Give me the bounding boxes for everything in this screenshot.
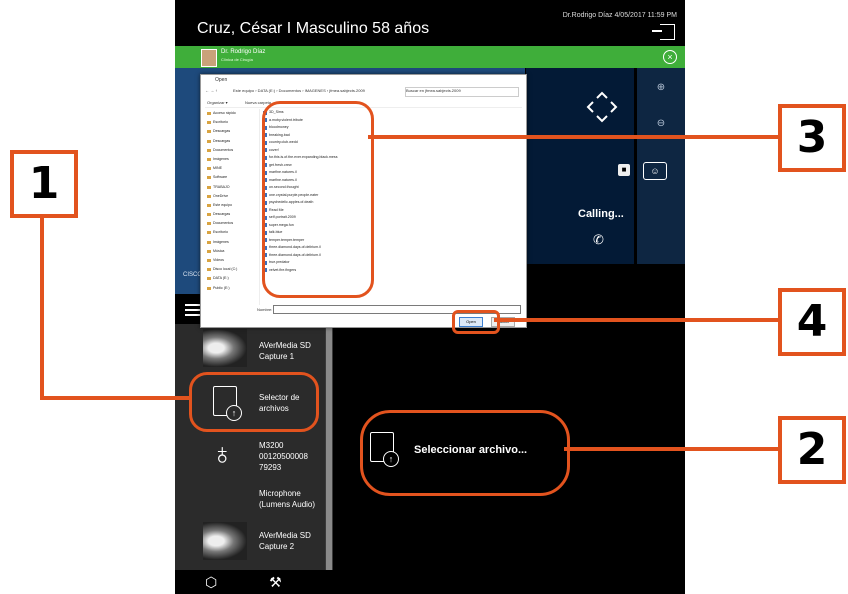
hangup-icon[interactable]: ✆ bbox=[593, 232, 604, 248]
nav-pane-item[interactable]: Public (E:) bbox=[205, 284, 259, 293]
nav-pane-item[interactable]: TRABAJO bbox=[205, 183, 259, 192]
highlight-open-button bbox=[452, 310, 500, 334]
dialog-title: Open bbox=[215, 77, 228, 83]
menu-item-stethoscope[interactable]: ♁ M3200 00120500008 79293 bbox=[175, 434, 325, 484]
back-icon[interactable]: ← → ↑ bbox=[205, 88, 217, 93]
menu-item-microphone[interactable]: Microphone (Lumens Audio) bbox=[175, 484, 325, 520]
dialog-address-bar[interactable]: ← → ↑ Este equipo › DATA (E:) › Document… bbox=[205, 87, 522, 97]
nav-pane-item[interactable]: MINE bbox=[205, 164, 259, 173]
nav-pane-item[interactable]: OneDrive bbox=[205, 192, 259, 201]
dialog-title-bar: Open bbox=[201, 75, 526, 85]
new-folder-button[interactable]: Nueva carpeta bbox=[245, 100, 271, 105]
nav-pane-item[interactable]: Descargas bbox=[205, 137, 259, 146]
device-menu: AVerMedia SD Capture 1 Selector de archi… bbox=[175, 324, 325, 570]
doctor-date: Dr.Rodrigo Díaz 4/05/2017 11:59 PM bbox=[562, 12, 677, 19]
nav-pane-item[interactable]: Escritorio bbox=[205, 228, 259, 237]
callout-2: 2 bbox=[778, 416, 846, 484]
leader-line-4 bbox=[494, 318, 780, 322]
nav-pane-item[interactable]: Escritorio bbox=[205, 118, 259, 127]
zoom-out-icon[interactable]: ⊖ bbox=[651, 118, 671, 129]
leader-line-1h bbox=[40, 396, 190, 400]
dialog-nav-pane: Acceso rápido Escritorio Descargas Descarga… bbox=[205, 109, 260, 305]
top-bar: Cruz, César I Masculino 58 años Dr.Rodri… bbox=[175, 0, 685, 46]
nav-pane-item[interactable]: Este equipo bbox=[205, 201, 259, 210]
menu-item-capture-1[interactable]: AVerMedia SD Capture 1 bbox=[175, 324, 325, 374]
box-icon[interactable]: ⬡ bbox=[205, 574, 217, 590]
contact-icon[interactable]: ☺ bbox=[643, 162, 667, 180]
nav-pane-item[interactable]: Acceso rápido bbox=[205, 109, 259, 118]
xray-thumbnail bbox=[203, 522, 247, 560]
call-status: Calling... bbox=[578, 208, 624, 220]
menu-scroll-thumb[interactable] bbox=[326, 324, 332, 570]
patient-title: Cruz, César I Masculino 58 años bbox=[197, 20, 430, 37]
menu-item-capture-2[interactable]: AVerMedia SD Capture 2 bbox=[175, 520, 325, 570]
callout-4: 4 bbox=[778, 288, 846, 356]
nav-pane-item[interactable]: Documentos bbox=[205, 146, 259, 155]
leader-line-3 bbox=[368, 135, 788, 139]
menu-item-label: Microphone (Lumens Audio) bbox=[259, 489, 316, 509]
callout-1: 1 bbox=[10, 150, 78, 218]
highlight-select-file bbox=[360, 410, 570, 496]
zoom-in-icon[interactable]: ⊕ bbox=[651, 82, 671, 93]
menu-item-label: AVerMedia SD Capture 1 bbox=[259, 341, 311, 361]
menu-item-label: AVerMedia SD Capture 2 bbox=[259, 531, 311, 551]
leader-line-1 bbox=[40, 212, 44, 400]
highlight-file-selector bbox=[189, 372, 319, 432]
nav-pane-item[interactable]: Disco local (C:) bbox=[205, 265, 259, 274]
pan-arrows-icon[interactable] bbox=[585, 90, 619, 124]
address-path[interactable]: Este equipo › DATA (E:) › Documentos › I… bbox=[233, 88, 393, 93]
organize-button[interactable]: Organizar ▾ bbox=[207, 100, 228, 105]
filename-label: Nombre: bbox=[257, 307, 273, 312]
search-input[interactable]: Buscar en jfmea.sabjects.2009 bbox=[405, 87, 519, 97]
nav-pane-item[interactable]: Videos bbox=[205, 256, 259, 265]
xray-thumbnail bbox=[203, 329, 247, 367]
leader-line-2 bbox=[564, 447, 782, 451]
stethoscope-icon: ♁ bbox=[211, 438, 234, 471]
nav-pane-item[interactable]: Software bbox=[205, 173, 259, 182]
avatar bbox=[201, 49, 217, 67]
bottom-toolbar: ⬡ ⚒ bbox=[205, 574, 282, 591]
nav-pane-item[interactable]: Descargas bbox=[205, 210, 259, 219]
lock-icon[interactable]: ■ bbox=[618, 164, 630, 176]
logout-icon[interactable] bbox=[652, 24, 675, 40]
callout-3: 3 bbox=[778, 104, 846, 172]
doctor-name: Dr. Rodrigo Díaz bbox=[221, 49, 266, 55]
close-icon[interactable]: × bbox=[663, 50, 677, 64]
nav-pane-item[interactable]: DATA (E:) bbox=[205, 274, 259, 283]
doctor-subtitle: Clínica de Cirugía bbox=[221, 57, 253, 62]
nav-pane-item[interactable]: Imágenes bbox=[205, 155, 259, 164]
highlight-file-list bbox=[262, 101, 374, 298]
doctor-bar: Dr. Rodrigo Díaz Clínica de Cirugía × bbox=[175, 46, 685, 68]
nav-pane-item[interactable]: Imágenes bbox=[205, 238, 259, 247]
nav-pane-item[interactable]: Documentos bbox=[205, 219, 259, 228]
wrench-icon[interactable]: ⚒ bbox=[269, 574, 282, 590]
nav-pane-item[interactable]: Descargas bbox=[205, 127, 259, 136]
nav-pane-item[interactable]: Música bbox=[205, 247, 259, 256]
menu-item-label: M3200 00120500008 79293 bbox=[259, 441, 308, 472]
